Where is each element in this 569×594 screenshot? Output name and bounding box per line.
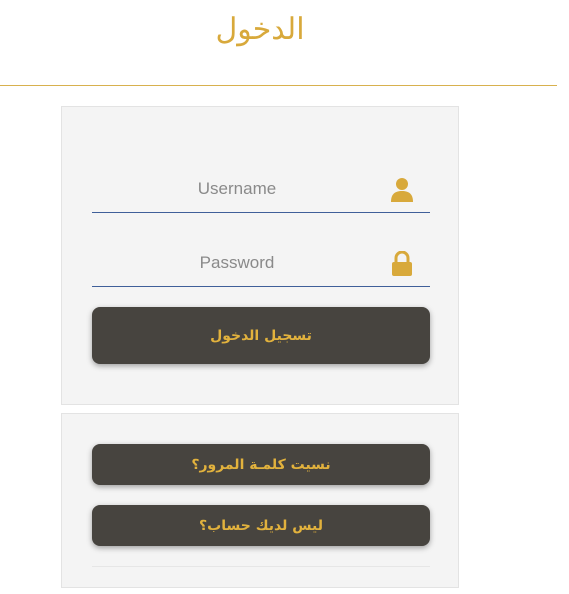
login-button[interactable]: تسجيل الدخول <box>92 307 430 364</box>
password-field[interactable] <box>92 241 430 287</box>
login-panel: تسجيل الدخول <box>61 106 459 405</box>
user-icon <box>390 177 414 203</box>
page-title: الدخول <box>215 12 305 47</box>
forgot-password-button[interactable]: نسيت كلمـة المرور؟ <box>92 444 430 485</box>
links-panel: نسيت كلمـة المرور؟ ليس لديك حساب؟ <box>61 413 459 588</box>
username-field[interactable] <box>92 167 430 213</box>
password-input[interactable] <box>92 241 382 285</box>
lock-icon <box>390 250 414 277</box>
divider <box>92 566 430 567</box>
register-button[interactable]: ليس لديك حساب؟ <box>92 505 430 546</box>
header: الدخول <box>0 0 557 86</box>
username-input[interactable] <box>92 167 382 211</box>
